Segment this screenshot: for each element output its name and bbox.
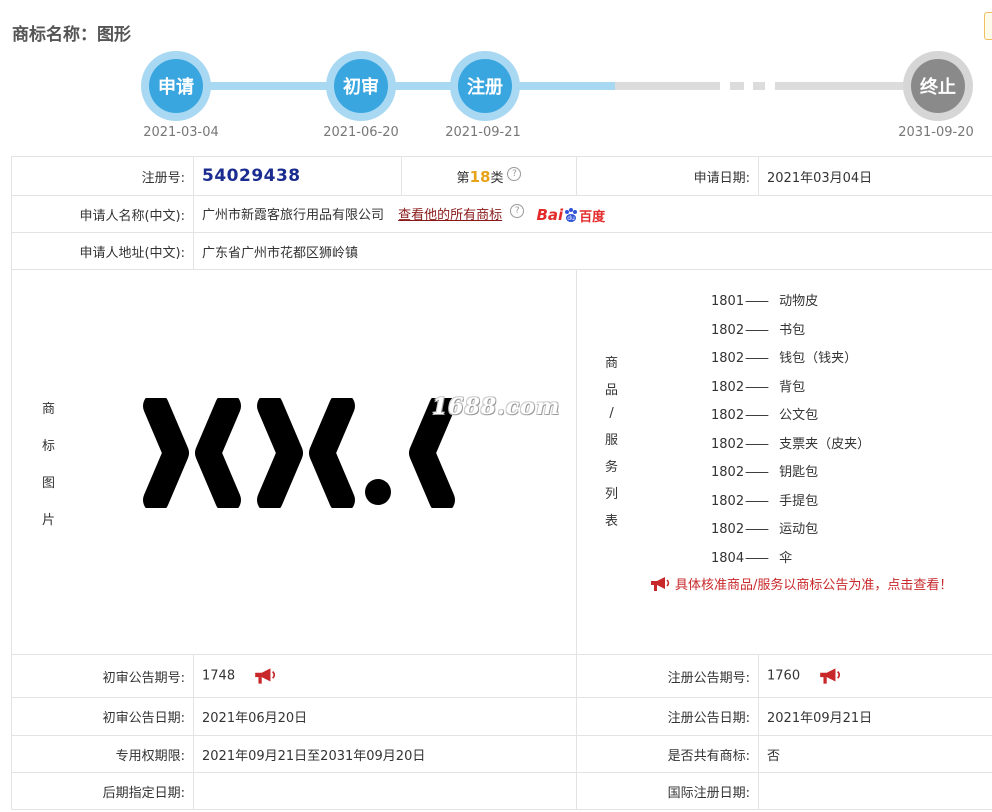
- corner-widget[interactable]: [984, 12, 992, 40]
- goods-list-label: 商 品 / 服 务 列 表: [605, 356, 619, 529]
- later-date-label: 后期指定日期:: [11, 772, 194, 810]
- goods-list: 1801—— 动物皮 1802—— 书包 1802—— 钱包（钱夹） 1802—…: [711, 288, 870, 573]
- timeline-remaining-bar: [615, 82, 720, 90]
- applicant-label: 申请人名称(中文):: [11, 195, 194, 233]
- prelim-date-label: 初审公告日期:: [11, 697, 194, 736]
- reg-date-value: 2021年09月21日: [758, 697, 992, 736]
- list-item: 1802—— 钱包（钱夹）: [711, 351, 858, 366]
- table-row: 后期指定日期: 国际注册日期:: [11, 772, 992, 810]
- timeline-gap-dash: [753, 82, 765, 90]
- class-number: 18: [469, 167, 491, 186]
- list-item: 1802—— 运动包: [711, 522, 819, 537]
- intl-date-value: [758, 772, 992, 810]
- prelim-date-value: 2021年06月20日: [193, 697, 577, 736]
- help-icon[interactable]: ?: [507, 167, 522, 182]
- class-cell: 第18类?: [401, 156, 577, 196]
- reg-issue-cell: 1760: [758, 654, 992, 698]
- list-item: 1802—— 背包: [711, 379, 806, 395]
- prelim-issue-label: 初审公告期号:: [11, 654, 194, 698]
- watermark: 1688.com: [432, 394, 561, 420]
- goods-list-cell: 商 品 / 服 务 列 表 1801—— 动物皮 1802—— 书包 1802—…: [576, 269, 992, 655]
- baidu-paw-icon: du: [565, 208, 578, 222]
- trademark-info-table: 注册号: 54029438 第18类? 申请日期: 2021年03月04日 申请…: [11, 156, 992, 810]
- address-value: 广东省广州市花都区狮岭镇: [193, 232, 992, 270]
- mark-image-label: 商 标 图 片: [42, 402, 56, 528]
- address-label: 申请人地址(中文):: [11, 232, 194, 270]
- reg-issue-value: 1760: [767, 668, 801, 684]
- timeline-date: 2031-09-20: [898, 125, 974, 140]
- timeline-step-register: 注册: [450, 51, 520, 121]
- timeline-date: 2021-06-20: [323, 125, 399, 140]
- timeline-step-label: 申请: [149, 59, 203, 113]
- timeline-date: 2021-03-04: [143, 125, 219, 140]
- baidu-search-button[interactable]: Bai du 百度: [536, 206, 605, 225]
- exclusive-period-value: 2021年09月21日至2031年09月20日: [193, 735, 577, 773]
- status-timeline: 申请 初审 注册 终止 2021-03-04 2021-06-20 2021-0…: [0, 48, 992, 148]
- applicant-name: 广州市新霞客旅行用品有限公司: [202, 207, 385, 223]
- reg-date-label: 注册公告日期:: [576, 697, 759, 736]
- table-row: 申请人地址(中文): 广东省广州市花都区狮岭镇: [11, 232, 992, 270]
- baidu-logo-text: Bai: [536, 206, 564, 224]
- apply-date-label: 申请日期:: [576, 156, 759, 196]
- list-item: 1802—— 书包: [711, 322, 806, 338]
- table-row: 专用权期限: 2021年09月21日至2031年09月20日 是否共有商标: 否: [11, 735, 992, 773]
- help-icon[interactable]: ?: [510, 204, 525, 219]
- list-item: 1804—— 伞: [711, 550, 793, 566]
- shared-mark-label: 是否共有商标:: [576, 735, 759, 773]
- list-item: 1802—— 公文包: [711, 408, 819, 423]
- goods-note-link[interactable]: 具体核准商品/服务以商标公告为准，点击查看！: [649, 574, 952, 593]
- table-row: 初审公告日期: 2021年06月20日 注册公告日期: 2021年09月21日: [11, 697, 992, 736]
- class-prefix: 第: [456, 170, 470, 186]
- timeline-gap-dash: [730, 82, 744, 90]
- timeline-step-apply: 申请: [141, 51, 211, 121]
- timeline-step-label: 初审: [334, 59, 388, 113]
- timeline-step-label: 注册: [458, 59, 512, 113]
- exclusive-period-label: 专用权期限:: [11, 735, 194, 773]
- timeline-date: 2021-09-21: [445, 125, 521, 140]
- megaphone-icon: [651, 576, 670, 591]
- baidu-logo-cn: 百度: [579, 209, 606, 225]
- table-row: 初审公告期号: 1748 注册公告期号: 1760: [11, 654, 992, 698]
- table-row: 商 标 图 片 1688.com 商 品 / 服 务 列 表 1801—— 动物…: [11, 269, 992, 655]
- list-item: 1802—— 支票夹（皮夹）: [711, 436, 871, 452]
- list-item: 1801—— 动物皮: [711, 294, 819, 309]
- reg-no-value: 54029438: [202, 166, 301, 186]
- timeline-progress-bar: [190, 82, 615, 90]
- trademark-image: [143, 398, 455, 508]
- apply-date-value: 2021年03月04日: [758, 156, 992, 196]
- prelim-issue-value: 1748: [202, 668, 236, 684]
- applicant-cell: 广州市新霞客旅行用品有限公司 查看他的所有商标 ? Bai du 百度: [193, 195, 992, 233]
- megaphone-icon[interactable]: [818, 667, 842, 685]
- mark-image-cell: 商 标 图 片 1688.com: [11, 269, 577, 655]
- list-item: 1802—— 手提包: [711, 493, 819, 509]
- all-marks-link[interactable]: 查看他的所有商标: [398, 208, 502, 223]
- intl-date-label: 国际注册日期:: [576, 772, 759, 810]
- timeline-step-end: 终止: [903, 51, 973, 121]
- svg-text:du: du: [567, 215, 575, 222]
- class-suffix: 类: [490, 170, 504, 186]
- later-date-value: [193, 772, 577, 810]
- table-row: 注册号: 54029438 第18类? 申请日期: 2021年03月04日: [11, 156, 992, 196]
- shared-mark-value: 否: [758, 735, 992, 773]
- reg-issue-label: 注册公告期号:: [576, 654, 759, 698]
- table-row: 申请人名称(中文): 广州市新霞客旅行用品有限公司 查看他的所有商标 ? Bai…: [11, 195, 992, 233]
- megaphone-icon[interactable]: [253, 667, 277, 685]
- list-item: 1802—— 钥匙包: [711, 465, 819, 480]
- timeline-step-label: 终止: [911, 59, 965, 113]
- reg-no-label: 注册号:: [11, 156, 194, 196]
- page-title: 商标名称：图形: [12, 25, 131, 45]
- prelim-issue-cell: 1748: [193, 654, 577, 698]
- timeline-step-prelim: 初审: [326, 51, 396, 121]
